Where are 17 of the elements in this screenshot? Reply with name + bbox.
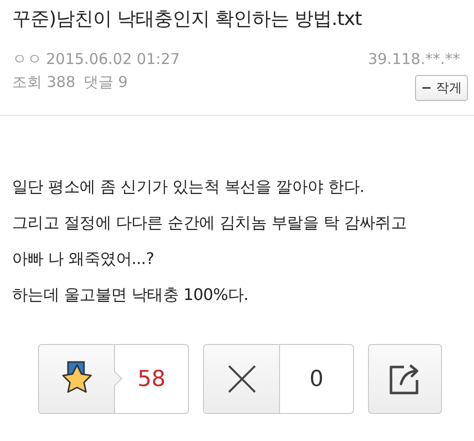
comment-count: 댓글 9 bbox=[83, 73, 128, 92]
body-text: 일단 평소에 좀 신기가 있는척 복선을 깔아야 한다. bbox=[12, 176, 366, 198]
body-text: 아빠 나 왜죽였어...? bbox=[12, 248, 156, 270]
shrink-text-button[interactable]: − 작게 bbox=[414, 75, 468, 101]
post-title: 꾸준)남친이 낙태충인지 확인하는 방법.txt bbox=[12, 7, 363, 32]
dislike-button[interactable] bbox=[204, 345, 280, 413]
author-name: ㅇㅇ bbox=[12, 50, 42, 69]
body-text: 하는데 울고불면 낙태충 100%다. bbox=[12, 284, 250, 306]
post-date: 2015.06.02 01:27 bbox=[46, 50, 180, 69]
close-icon bbox=[226, 363, 258, 395]
recommend-count: 58 bbox=[136, 366, 166, 394]
share-button[interactable] bbox=[368, 344, 442, 414]
view-count: 조회 388 bbox=[12, 73, 76, 92]
ip-address: 39.118.**.** bbox=[368, 50, 460, 69]
body-text: 그리고 절정에 다다른 순간에 김치놈 부랄을 탁 감싸쥐고 bbox=[12, 212, 408, 234]
recommend-button[interactable] bbox=[39, 345, 115, 413]
dislike-count: 0 bbox=[308, 366, 324, 394]
